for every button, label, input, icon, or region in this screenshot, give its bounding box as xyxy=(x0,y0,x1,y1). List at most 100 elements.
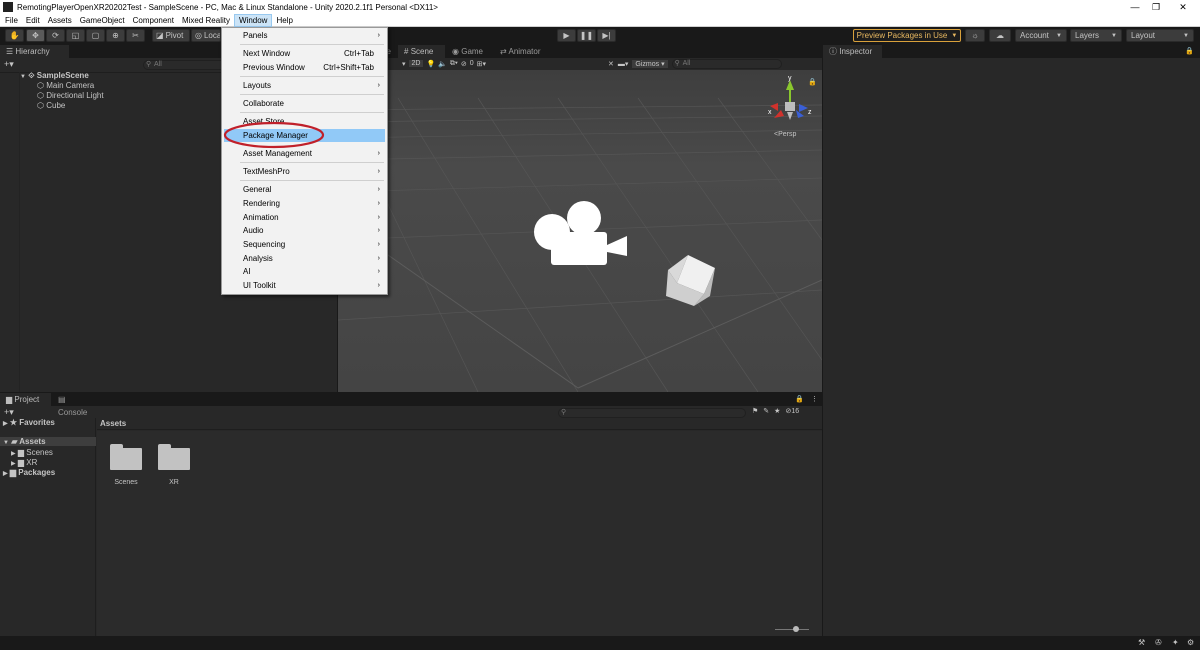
persp-label[interactable]: <Persp xyxy=(774,131,796,138)
tab-game[interactable]: ◉ Game xyxy=(446,45,494,58)
auto-generate-icon[interactable]: ⚙ xyxy=(1187,638,1194,647)
account-dropdown[interactable]: Account ▼ xyxy=(1015,29,1067,42)
filter-by-type-icon[interactable]: ⚑ xyxy=(752,407,758,415)
move-tool-icon[interactable]: ✥ xyxy=(26,29,45,42)
menu-edit[interactable]: Edit xyxy=(22,14,44,27)
project-tab-label: Project xyxy=(14,395,40,404)
tree-item-packages[interactable]: ▶ ▆ Packages xyxy=(3,468,55,477)
menu-item-general[interactable]: General › xyxy=(224,183,385,196)
project-search-input[interactable]: ⚲ xyxy=(558,408,746,418)
menu-item-audio[interactable]: Audio › xyxy=(224,224,385,237)
progress-icon[interactable]: ✦ xyxy=(1172,638,1179,647)
menu-item-ui-toolkit[interactable]: UI Toolkit › xyxy=(224,279,385,292)
breadcrumb-assets[interactable]: Assets xyxy=(100,419,126,428)
pause-button[interactable]: ❚❚ xyxy=(577,29,596,42)
zoom-slider-handle[interactable] xyxy=(793,626,799,632)
hierarchy-item-main-camera[interactable]: ⬡ Main Camera xyxy=(37,81,94,90)
cloud-icon[interactable]: ☁ xyxy=(989,29,1011,42)
scene-viewport[interactable]: y x z 🔒 <Persp xyxy=(338,70,822,392)
menu-item-sequencing[interactable]: Sequencing › xyxy=(224,238,385,251)
lock-icon[interactable]: 🔒 xyxy=(795,395,804,403)
grid-icon[interactable]: ⊞▾ xyxy=(477,60,486,68)
filter-by-label-icon[interactable]: ✎ xyxy=(763,407,769,415)
hidden-packages-icon[interactable]: ⊘16 xyxy=(785,407,799,415)
lighting-icon[interactable]: 💡 xyxy=(426,60,435,68)
tree-item-favorites[interactable]: ▶ ★ Favorites xyxy=(3,418,55,427)
hierarchy-search-input[interactable]: ⚲ All xyxy=(143,60,233,70)
chevron-down-icon: ▼ xyxy=(1183,32,1189,39)
menu-item-ai[interactable]: AI › xyxy=(224,265,385,278)
tab-inspector[interactable]: ⓘ Inspector xyxy=(823,45,883,58)
menu-item-analysis[interactable]: Analysis › xyxy=(224,252,385,265)
hierarchy-item-directional-light[interactable]: ⬡ Directional Light xyxy=(37,91,104,100)
tab-hierarchy[interactable]: ☰ Hierarchy xyxy=(0,45,70,58)
lock-icon[interactable]: 🔒 xyxy=(808,78,817,86)
menu-file[interactable]: File xyxy=(0,14,22,27)
local-toggle[interactable]: ◎Local xyxy=(191,29,221,42)
inspector-tab-label: Inspector xyxy=(839,47,873,56)
camera-icon[interactable]: ▬▾ xyxy=(618,60,629,68)
tab-scene[interactable]: # Scene xyxy=(398,45,446,58)
scale-tool-icon[interactable]: ◱ xyxy=(66,29,85,42)
gizmos-dropdown[interactable]: Gizmos ▾ xyxy=(632,59,668,68)
menu-gameobject[interactable]: GameObject xyxy=(76,14,129,27)
layers-dropdown[interactable]: Layers ▼ xyxy=(1070,29,1122,42)
hidden-objects-icon[interactable]: ⊘ xyxy=(461,60,467,68)
tab-animator[interactable]: ⇄ Animator xyxy=(494,45,556,58)
scene-hash-icon: # xyxy=(404,47,409,56)
menu-item-textmeshpro[interactable]: TextMeshPro › xyxy=(224,165,385,178)
rotate-tool-icon[interactable]: ⟳ xyxy=(46,29,65,42)
mode-2d-toggle[interactable]: 2D xyxy=(408,60,424,67)
cache-icon[interactable]: ✇ xyxy=(1155,638,1162,647)
close-button[interactable]: ✕ xyxy=(1166,0,1200,14)
menu-item-next-window[interactable]: Next Window Ctrl+Tab xyxy=(224,47,385,60)
rect-tool-icon[interactable]: ▢ xyxy=(86,29,105,42)
menu-item-previous-window[interactable]: Previous Window Ctrl+Shift+Tab xyxy=(224,61,385,74)
tab-console[interactable]: ▤ Console xyxy=(52,393,100,417)
tools-icon[interactable]: ✕ xyxy=(608,60,614,68)
tab-project[interactable]: ▆ Project xyxy=(0,393,52,406)
draw-mode-chevron-icon[interactable]: ▾ xyxy=(402,60,406,68)
play-button[interactable]: ▶ xyxy=(557,29,576,42)
tree-item-xr[interactable]: ▶ ▆ XR xyxy=(11,458,37,467)
menu-item-layouts[interactable]: Layouts › xyxy=(224,79,385,92)
scene-name: SampleScene xyxy=(36,71,89,80)
preview-packages-button[interactable]: Preview Packages in Use ▼ xyxy=(853,29,961,42)
layout-dropdown[interactable]: Layout ▼ xyxy=(1126,29,1194,42)
hierarchy-item-cube[interactable]: ⬡ Cube xyxy=(37,101,65,110)
more-options-icon[interactable]: ⋮ xyxy=(811,395,818,403)
menu-assets[interactable]: Assets xyxy=(44,14,76,27)
folder-icon[interactable] xyxy=(110,444,142,470)
menu-item-rendering[interactable]: Rendering › xyxy=(224,197,385,210)
favorite-star-icon[interactable]: ★ xyxy=(774,407,780,415)
menu-help[interactable]: Help xyxy=(272,14,296,27)
menu-window[interactable]: Window xyxy=(233,13,273,27)
bug-icon[interactable]: ⚒ xyxy=(1138,638,1145,647)
tree-item-assets[interactable]: ▼ ▰ Assets xyxy=(0,437,96,446)
menu-item-label: Layouts xyxy=(243,81,272,90)
project-hidden-count: 16 xyxy=(791,408,800,415)
effects-icon[interactable]: ⧉▾ xyxy=(450,60,458,68)
zoom-slider-track[interactable] xyxy=(775,629,809,630)
pivot-toggle[interactable]: ◪ Pivot xyxy=(152,29,190,42)
menu-mixed-reality[interactable]: Mixed Reality xyxy=(178,14,234,27)
hierarchy-scene-row[interactable]: ▼ ⟐ SampleScene xyxy=(20,71,89,81)
scene-search-input[interactable]: ⚲ All xyxy=(671,58,782,69)
step-button[interactable]: ▶| xyxy=(597,29,616,42)
custom-tool-icon[interactable]: ✂ xyxy=(126,29,145,42)
transform-tool-icon[interactable]: ⊕ xyxy=(106,29,125,42)
hand-tool-icon[interactable]: ✋ xyxy=(5,29,24,42)
lock-icon[interactable]: 🔒 xyxy=(1185,47,1194,55)
audio-icon[interactable]: 🔈 xyxy=(438,60,447,68)
light-icon[interactable]: ☼ xyxy=(965,29,985,42)
tree-item-scenes[interactable]: ▶ ▆ Scenes xyxy=(11,448,53,457)
add-dropdown-icon[interactable]: +▾ xyxy=(4,407,14,418)
scene-grid: y x z 🔒 <Persp xyxy=(338,70,822,392)
menu-item-collaborate[interactable]: Collaborate xyxy=(224,97,385,110)
folder-icon[interactable] xyxy=(158,444,190,470)
axis-x-label: x xyxy=(768,109,772,116)
menu-component[interactable]: Component xyxy=(129,14,178,27)
menu-item-panels[interactable]: Panels › xyxy=(224,29,385,42)
add-dropdown-icon[interactable]: +▾ xyxy=(4,59,14,70)
menu-item-animation[interactable]: Animation › xyxy=(224,211,385,224)
